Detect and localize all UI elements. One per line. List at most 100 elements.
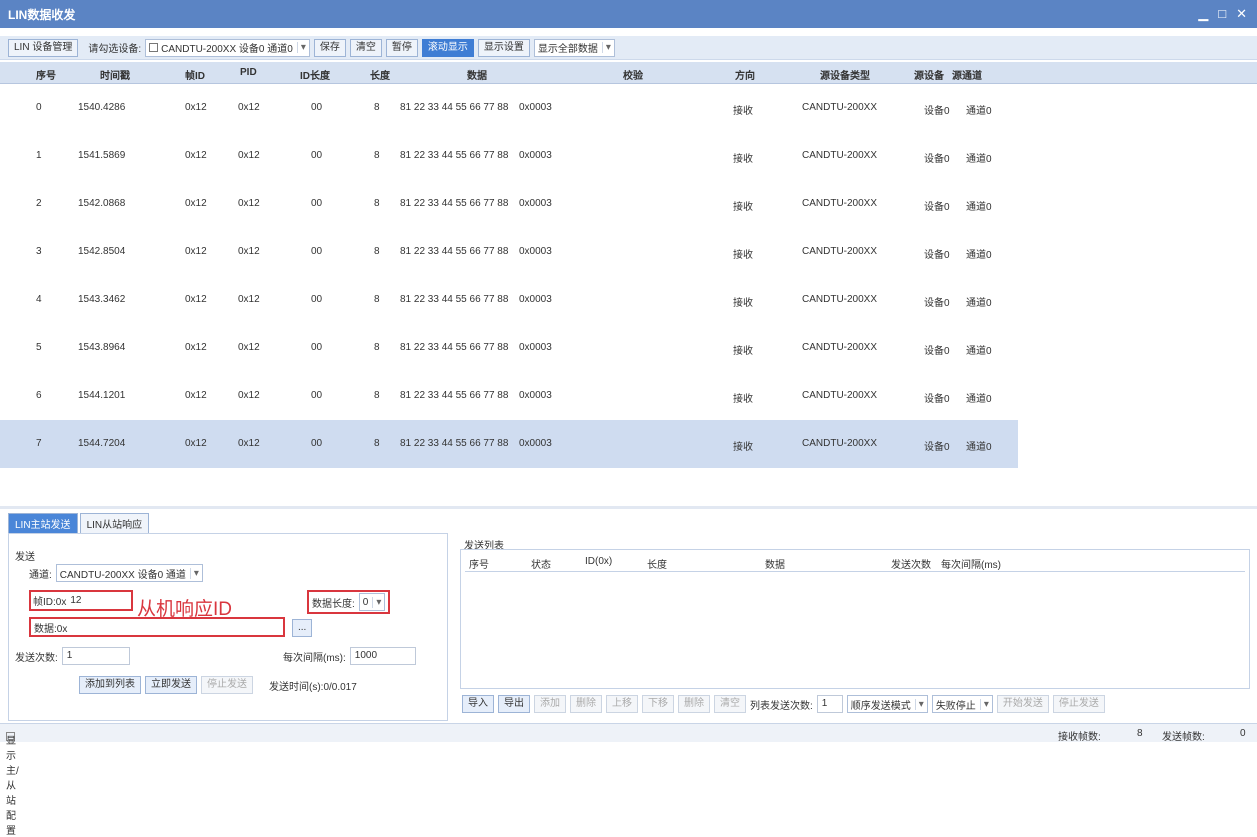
col-interval[interactable]: 每次间隔(ms) bbox=[941, 556, 1001, 571]
empty-button[interactable]: 清空 bbox=[714, 695, 746, 713]
cell: 81 22 33 44 55 66 77 88 bbox=[400, 150, 509, 161]
cell: 设备0 bbox=[924, 346, 950, 357]
col-data[interactable]: 数据 bbox=[467, 67, 487, 82]
channel-select[interactable]: CANDTU-200XX 设备0 通道 ▾ bbox=[55, 564, 203, 582]
splitter[interactable] bbox=[0, 506, 1257, 509]
close-icon[interactable]: ✕ bbox=[1236, 6, 1247, 22]
display-settings-button[interactable]: 显示设置 bbox=[477, 38, 530, 57]
send-count-label: 发送次数: bbox=[15, 652, 58, 664]
data-length-value: 0 bbox=[362, 596, 369, 608]
col-length[interactable]: 长度 bbox=[370, 67, 390, 82]
cell: 0x12 bbox=[185, 390, 207, 401]
delete-button[interactable]: 删除 bbox=[570, 695, 602, 713]
cell: 81 22 33 44 55 66 77 88 bbox=[400, 342, 509, 353]
select-device-label: 请勾选设备: bbox=[88, 44, 142, 55]
cell: 设备0 bbox=[924, 442, 950, 453]
fail-mode-select[interactable]: 失败停止 ▾ bbox=[931, 695, 993, 713]
col-source-channel[interactable]: 源通道 bbox=[952, 67, 982, 82]
stop-list-send-button[interactable]: 停止发送 bbox=[1052, 695, 1105, 713]
table-row[interactable]: 5 1543.8964 0x12 0x12 00 8 81 22 33 44 55 66 7… bbox=[0, 324, 1018, 372]
cell: 接收 bbox=[733, 346, 753, 357]
clear-button[interactable]: 清空 bbox=[349, 38, 382, 57]
cell: 00 bbox=[311, 198, 323, 209]
table-row[interactable]: 0 1540.4286 0x12 0x12 00 8 81 22 33 44 55 66 7… bbox=[0, 84, 1018, 132]
interval-label: 每次间隔(ms): bbox=[283, 652, 346, 664]
cell: 5 bbox=[36, 342, 42, 353]
col-direction[interactable]: 方向 bbox=[735, 67, 755, 82]
chevron-down-icon[interactable]: ▾ bbox=[979, 698, 989, 710]
col-index[interactable]: 序号 bbox=[469, 556, 489, 571]
table-row[interactable]: 6 1544.1201 0x12 0x12 00 8 81 22 33 44 55 66 7… bbox=[0, 372, 1018, 420]
move-down-button[interactable]: 下移 bbox=[642, 695, 674, 713]
chevron-down-icon[interactable]: ▾ bbox=[296, 42, 306, 53]
stop-send-button[interactable]: 停止发送 bbox=[201, 676, 253, 694]
table-row-selected[interactable]: 7 1544.7204 0x12 0x12 00 8 81 22 33 44 55 66 7… bbox=[0, 420, 1018, 468]
col-index[interactable]: 序号 bbox=[36, 67, 56, 82]
col-pid[interactable]: PID bbox=[240, 67, 257, 78]
cell: 通道0 bbox=[966, 298, 992, 309]
col-length[interactable]: 长度 bbox=[647, 556, 667, 571]
export-button[interactable]: 导出 bbox=[498, 695, 530, 713]
cell: CANDTU-200XX bbox=[802, 150, 878, 161]
show-config-label: 显示主/从站配置 bbox=[6, 736, 19, 837]
checkbox-icon[interactable] bbox=[149, 43, 159, 52]
device-select[interactable]: CANDTU-200XX 设备0 通道0 ▾ bbox=[145, 38, 310, 57]
start-send-button[interactable]: 开始发送 bbox=[996, 695, 1049, 713]
send-list-table[interactable]: 序号 状态 ID(0x) 长度 数据 发送次数 每次间隔(ms) bbox=[460, 549, 1250, 689]
recv-count-value: 8 bbox=[1137, 728, 1143, 739]
minimize-icon[interactable]: ▁ bbox=[1198, 6, 1208, 22]
send-now-button[interactable]: 立即发送 bbox=[145, 676, 197, 694]
scroll-display-button[interactable]: 滚动显示 bbox=[421, 38, 474, 57]
col-status[interactable]: 状态 bbox=[531, 556, 551, 571]
chevron-down-icon[interactable]: ▾ bbox=[914, 698, 924, 710]
add-to-list-button[interactable]: 添加到列表 bbox=[79, 676, 141, 694]
col-data[interactable]: 数据 bbox=[765, 556, 785, 571]
table-row[interactable]: 3 1542.8504 0x12 0x12 00 8 81 22 33 44 55 66 7… bbox=[0, 228, 1018, 276]
col-source-type[interactable]: 源设备类型 bbox=[820, 67, 870, 82]
table-row[interactable]: 1 1541.5869 0x12 0x12 00 8 81 22 33 44 55 66 7… bbox=[0, 132, 1018, 180]
show-all-value: 显示全部数据 bbox=[537, 44, 598, 55]
remove-button[interactable]: 删除 bbox=[678, 695, 710, 713]
cell: 00 bbox=[311, 150, 323, 161]
col-send-count[interactable]: 发送次数 bbox=[891, 556, 931, 571]
cell: 00 bbox=[311, 246, 323, 257]
chevron-down-icon[interactable]: ▾ bbox=[372, 596, 381, 608]
cell: 81 22 33 44 55 66 77 88 bbox=[400, 102, 509, 113]
col-frame-id[interactable]: 帧ID bbox=[185, 67, 205, 82]
chevron-down-icon[interactable]: ▾ bbox=[601, 42, 611, 53]
data-grid: 0 1540.4286 0x12 0x12 00 8 81 22 33 44 55 66 7… bbox=[0, 84, 1257, 468]
list-count-label: 列表发送次数: bbox=[750, 700, 813, 712]
frame-id-input[interactable]: 12 bbox=[70, 595, 81, 606]
title-bar: LIN数据收发 ▁ □ ✕ bbox=[0, 0, 1257, 28]
pause-button[interactable]: 暂停 bbox=[385, 38, 418, 57]
col-id-length[interactable]: ID长度 bbox=[300, 67, 330, 82]
table-row[interactable]: 2 1542.0868 0x12 0x12 00 8 81 22 33 44 55 66 7… bbox=[0, 180, 1018, 228]
device-management-button[interactable]: LIN 设备管理 bbox=[8, 38, 79, 57]
data-length-select[interactable]: 0 ▾ bbox=[358, 593, 386, 611]
show-all-select[interactable]: 显示全部数据 ▾ bbox=[533, 38, 615, 57]
send-mode-select[interactable]: 顺序发送模式 ▾ bbox=[846, 695, 928, 713]
cell: 00 bbox=[311, 294, 323, 305]
col-id[interactable]: ID(0x) bbox=[585, 556, 612, 567]
tab-bar: LIN主站发送 LIN从站响应 bbox=[8, 513, 150, 534]
maximize-icon[interactable]: □ bbox=[1218, 6, 1226, 22]
chevron-down-icon[interactable]: ▾ bbox=[189, 567, 199, 579]
move-up-button[interactable]: 上移 bbox=[606, 695, 638, 713]
col-timestamp[interactable]: 时间戳 bbox=[100, 67, 130, 82]
tab-lin-slave-response[interactable]: LIN从站响应 bbox=[79, 513, 150, 534]
table-row[interactable]: 4 1543.3462 0x12 0x12 00 8 81 22 33 44 55 66 7… bbox=[0, 276, 1018, 324]
col-checksum[interactable]: 校验 bbox=[623, 67, 643, 82]
add-button[interactable]: 添加 bbox=[534, 695, 566, 713]
list-count-input[interactable]: 1 bbox=[816, 695, 843, 713]
import-button[interactable]: 导入 bbox=[462, 695, 494, 713]
cell: 通道0 bbox=[966, 106, 992, 117]
interval-input[interactable]: 1000 bbox=[349, 647, 416, 665]
cell: CANDTU-200XX bbox=[802, 342, 878, 353]
tab-lin-master-send[interactable]: LIN主站发送 bbox=[8, 513, 78, 534]
col-source-device[interactable]: 源设备 bbox=[914, 67, 944, 82]
data-more-button[interactable]: ... bbox=[292, 619, 313, 637]
send-count-input[interactable]: 1 bbox=[61, 647, 130, 665]
cell: 通道0 bbox=[966, 202, 992, 213]
cell: 0x0003 bbox=[519, 198, 552, 209]
save-button[interactable]: 保存 bbox=[313, 38, 346, 57]
